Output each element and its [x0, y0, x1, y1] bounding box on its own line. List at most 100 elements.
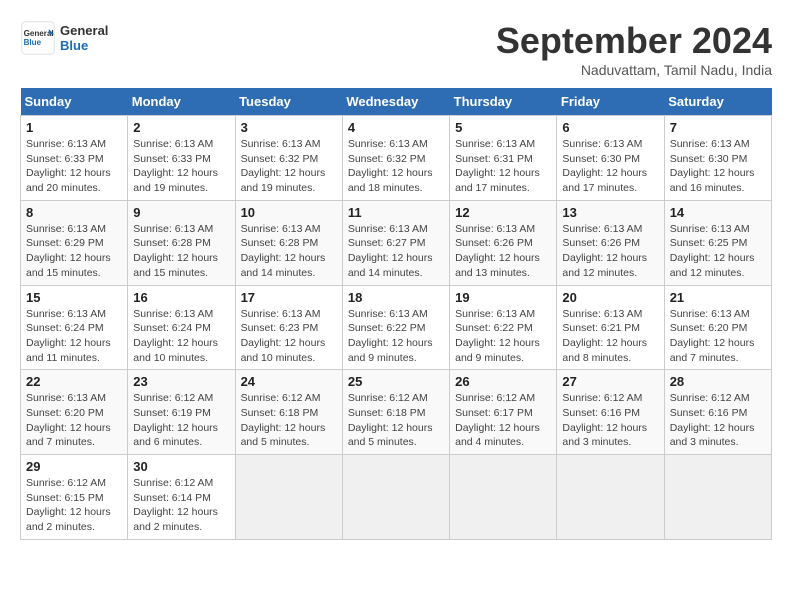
- day-info: Sunrise: 6:12 AMSunset: 6:19 PMDaylight:…: [133, 391, 229, 450]
- month-title: September 2024: [496, 20, 772, 62]
- day-number: 22: [26, 374, 122, 389]
- day-number: 25: [348, 374, 444, 389]
- col-tuesday: Tuesday: [235, 88, 342, 116]
- calendar-cell: 15 Sunrise: 6:13 AMSunset: 6:24 PMDayligh…: [21, 285, 128, 370]
- day-info: Sunrise: 6:13 AMSunset: 6:22 PMDaylight:…: [455, 307, 551, 366]
- day-info: Sunrise: 6:13 AMSunset: 6:30 PMDaylight:…: [562, 137, 658, 196]
- day-number: 18: [348, 290, 444, 305]
- day-number: 13: [562, 205, 658, 220]
- calendar-cell: 14 Sunrise: 6:13 AMSunset: 6:25 PMDayligh…: [664, 200, 771, 285]
- day-info: Sunrise: 6:12 AMSunset: 6:16 PMDaylight:…: [670, 391, 766, 450]
- day-number: 17: [241, 290, 337, 305]
- day-number: 2: [133, 120, 229, 135]
- day-info: Sunrise: 6:12 AMSunset: 6:14 PMDaylight:…: [133, 476, 229, 535]
- calendar-cell: 25Sunrise: 6:12 AMSunset: 6:18 PMDayligh…: [342, 370, 449, 455]
- calendar-cell: 8 Sunrise: 6:13 AMSunset: 6:29 PMDaylight…: [21, 200, 128, 285]
- day-number: 27: [562, 374, 658, 389]
- day-number: 12: [455, 205, 551, 220]
- calendar-cell: [235, 455, 342, 540]
- day-info: Sunrise: 6:13 AMSunset: 6:23 PMDaylight:…: [241, 307, 337, 366]
- col-wednesday: Wednesday: [342, 88, 449, 116]
- logo-icon: General Blue: [20, 20, 56, 56]
- day-number: 14: [670, 205, 766, 220]
- day-info: Sunrise: 6:13 AMSunset: 6:28 PMDaylight:…: [133, 222, 229, 281]
- day-info: Sunrise: 6:13 AMSunset: 6:30 PMDaylight:…: [670, 137, 766, 196]
- day-number: 16: [133, 290, 229, 305]
- location-text: Naduvattam, Tamil Nadu, India: [496, 62, 772, 78]
- day-info: Sunrise: 6:13 AMSunset: 6:24 PMDaylight:…: [26, 307, 122, 366]
- calendar-cell: 17 Sunrise: 6:13 AMSunset: 6:23 PMDayligh…: [235, 285, 342, 370]
- day-number: 30: [133, 459, 229, 474]
- day-number: 19: [455, 290, 551, 305]
- calendar-cell: 29Sunrise: 6:12 AMSunset: 6:15 PMDayligh…: [21, 455, 128, 540]
- logo-general-text: General: [60, 23, 108, 38]
- col-monday: Monday: [128, 88, 235, 116]
- day-info: Sunrise: 6:12 AMSunset: 6:17 PMDaylight:…: [455, 391, 551, 450]
- page-header: General Blue General Blue September 2024…: [20, 20, 772, 78]
- calendar-row: 8 Sunrise: 6:13 AMSunset: 6:29 PMDaylight…: [21, 200, 772, 285]
- calendar-cell: 3 Sunrise: 6:13 AMSunset: 6:32 PMDaylight…: [235, 116, 342, 201]
- day-number: 9: [133, 205, 229, 220]
- day-info: Sunrise: 6:13 AMSunset: 6:33 PMDaylight:…: [26, 137, 122, 196]
- calendar-cell: 2 Sunrise: 6:13 AMSunset: 6:33 PMDaylight…: [128, 116, 235, 201]
- calendar-cell: 11Sunrise: 6:13 AMSunset: 6:27 PMDayligh…: [342, 200, 449, 285]
- day-info: Sunrise: 6:13 AMSunset: 6:26 PMDaylight:…: [562, 222, 658, 281]
- day-info: Sunrise: 6:13 AMSunset: 6:32 PMDaylight:…: [241, 137, 337, 196]
- day-number: 20: [562, 290, 658, 305]
- day-number: 8: [26, 205, 122, 220]
- day-number: 26: [455, 374, 551, 389]
- calendar-cell: 1 Sunrise: 6:13 AMSunset: 6:33 PMDaylight…: [21, 116, 128, 201]
- day-number: 24: [241, 374, 337, 389]
- calendar-cell: 28Sunrise: 6:12 AMSunset: 6:16 PMDayligh…: [664, 370, 771, 455]
- day-number: 10: [241, 205, 337, 220]
- day-info: Sunrise: 6:13 AMSunset: 6:25 PMDaylight:…: [670, 222, 766, 281]
- day-info: Sunrise: 6:13 AMSunset: 6:21 PMDaylight:…: [562, 307, 658, 366]
- calendar-cell: [557, 455, 664, 540]
- day-info: Sunrise: 6:13 AMSunset: 6:29 PMDaylight:…: [26, 222, 122, 281]
- calendar-row: 1 Sunrise: 6:13 AMSunset: 6:33 PMDaylight…: [21, 116, 772, 201]
- calendar-cell: 19 Sunrise: 6:13 AMSunset: 6:22 PMDayligh…: [450, 285, 557, 370]
- day-info: Sunrise: 6:13 AMSunset: 6:26 PMDaylight:…: [455, 222, 551, 281]
- day-info: Sunrise: 6:13 AMSunset: 6:22 PMDaylight:…: [348, 307, 444, 366]
- calendar-cell: 23 Sunrise: 6:12 AMSunset: 6:19 PMDayligh…: [128, 370, 235, 455]
- calendar-cell: [342, 455, 449, 540]
- title-block: September 2024 Naduvattam, Tamil Nadu, I…: [496, 20, 772, 78]
- calendar-cell: [450, 455, 557, 540]
- calendar-row: 22 Sunrise: 6:13 AMSunset: 6:20 PMDayligh…: [21, 370, 772, 455]
- calendar-cell: 22 Sunrise: 6:13 AMSunset: 6:20 PMDayligh…: [21, 370, 128, 455]
- calendar-cell: 24 Sunrise: 6:12 AMSunset: 6:18 PMDayligh…: [235, 370, 342, 455]
- calendar-cell: 7 Sunrise: 6:13 AMSunset: 6:30 PMDaylight…: [664, 116, 771, 201]
- col-sunday: Sunday: [21, 88, 128, 116]
- calendar-cell: 30 Sunrise: 6:12 AMSunset: 6:14 PMDayligh…: [128, 455, 235, 540]
- day-info: Sunrise: 6:12 AMSunset: 6:18 PMDaylight:…: [241, 391, 337, 450]
- day-info: Sunrise: 6:13 AMSunset: 6:20 PMDaylight:…: [26, 391, 122, 450]
- day-info: Sunrise: 6:13 AMSunset: 6:24 PMDaylight:…: [133, 307, 229, 366]
- day-number: 23: [133, 374, 229, 389]
- calendar-cell: 18 Sunrise: 6:13 AMSunset: 6:22 PMDayligh…: [342, 285, 449, 370]
- day-info: Sunrise: 6:13 AMSunset: 6:20 PMDaylight:…: [670, 307, 766, 366]
- day-number: 29: [26, 459, 122, 474]
- day-number: 3: [241, 120, 337, 135]
- day-number: 1: [26, 120, 122, 135]
- day-number: 7: [670, 120, 766, 135]
- calendar-cell: 6Sunrise: 6:13 AMSunset: 6:30 PMDaylight…: [557, 116, 664, 201]
- calendar-cell: 16 Sunrise: 6:13 AMSunset: 6:24 PMDayligh…: [128, 285, 235, 370]
- calendar-cell: 5Sunrise: 6:13 AMSunset: 6:31 PMDaylight…: [450, 116, 557, 201]
- calendar-cell: 9 Sunrise: 6:13 AMSunset: 6:28 PMDaylight…: [128, 200, 235, 285]
- day-info: Sunrise: 6:13 AMSunset: 6:27 PMDaylight:…: [348, 222, 444, 281]
- logo: General Blue General Blue: [20, 20, 108, 56]
- day-info: Sunrise: 6:13 AMSunset: 6:33 PMDaylight:…: [133, 137, 229, 196]
- day-number: 15: [26, 290, 122, 305]
- day-number: 4: [348, 120, 444, 135]
- logo-blue-text: Blue: [60, 38, 108, 53]
- calendar-table: Sunday Monday Tuesday Wednesday Thursday…: [20, 88, 772, 540]
- col-thursday: Thursday: [450, 88, 557, 116]
- calendar-cell: 21Sunrise: 6:13 AMSunset: 6:20 PMDayligh…: [664, 285, 771, 370]
- day-info: Sunrise: 6:12 AMSunset: 6:16 PMDaylight:…: [562, 391, 658, 450]
- calendar-cell: 12 Sunrise: 6:13 AMSunset: 6:26 PMDayligh…: [450, 200, 557, 285]
- day-info: Sunrise: 6:13 AMSunset: 6:28 PMDaylight:…: [241, 222, 337, 281]
- calendar-header-row: Sunday Monday Tuesday Wednesday Thursday…: [21, 88, 772, 116]
- calendar-row: 29Sunrise: 6:12 AMSunset: 6:15 PMDayligh…: [21, 455, 772, 540]
- calendar-cell: 13 Sunrise: 6:13 AMSunset: 6:26 PMDayligh…: [557, 200, 664, 285]
- day-number: 5: [455, 120, 551, 135]
